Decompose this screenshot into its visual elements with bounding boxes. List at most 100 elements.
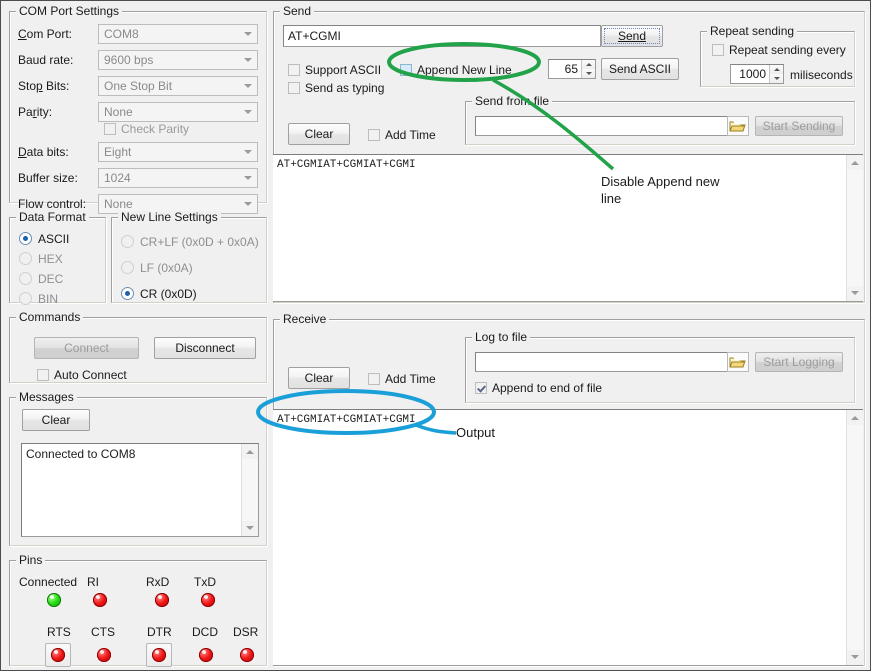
connect-button[interactable]: Connect xyxy=(34,337,139,359)
checkbox-box xyxy=(37,369,49,381)
label-buffer-size: Buffer size: xyxy=(18,171,78,185)
repeat-sending-group: Repeat sending Repeat sending every 1000… xyxy=(700,25,855,87)
append-new-line-checkbox[interactable]: Append New Line xyxy=(400,63,512,77)
append-end-of-file-label: Append to end of file xyxy=(492,381,602,395)
append-end-of-file-checkbox[interactable]: Append to end of file xyxy=(475,381,602,395)
send-log-pane[interactable]: AT+CGMIAT+CGMIAT+CGMI xyxy=(273,154,863,302)
radio-hex[interactable]: HEX xyxy=(19,252,63,266)
send-button[interactable]: Send xyxy=(601,25,663,47)
radio-dot xyxy=(19,272,32,285)
auto-connect-checkbox[interactable]: Auto Connect xyxy=(37,368,127,382)
new-line-settings-group: New Line Settings CR+LF (0x0D + 0x0A) LF… xyxy=(111,211,267,303)
pins-title: Pins xyxy=(16,554,45,567)
com-port-select[interactable]: COM8 xyxy=(98,24,258,44)
annotation-disable-append-text: Disable Append new line xyxy=(601,173,761,207)
messages-clear-label: Clear xyxy=(42,413,71,427)
com-port-value: COM8 xyxy=(104,27,139,41)
label-com-port: Com Port: xyxy=(18,27,72,41)
send-title: Send xyxy=(280,5,314,18)
send-group: Send AT+CGMI Send Support ASCII Append N… xyxy=(273,5,865,303)
radio-dot xyxy=(19,252,32,265)
checkbox-box xyxy=(368,373,380,385)
checkbox-box xyxy=(368,129,380,141)
annotation-output-text: Output xyxy=(456,424,495,441)
receive-log-pane[interactable]: AT+CGMIAT+CGMIAT+CGMI xyxy=(273,409,863,666)
baud-rate-select[interactable]: 9600 bps xyxy=(98,50,258,70)
disconnect-button[interactable]: Disconnect xyxy=(154,337,256,359)
com-port-settings-title: COM Port Settings xyxy=(16,5,122,18)
scroll-up-icon[interactable] xyxy=(847,155,863,170)
scroll-up-icon[interactable] xyxy=(847,410,863,425)
pin-label-rxd: RxD xyxy=(146,575,169,589)
data-bits-select[interactable]: Eight xyxy=(98,142,258,162)
send-as-typing-label: Send as typing xyxy=(305,81,384,95)
radio-cr[interactable]: CR (0x0D) xyxy=(121,287,197,301)
pins-group: Pins Connected RI RxD TxD RTS CTS DTR DC… xyxy=(9,554,267,666)
messages-clear-button[interactable]: Clear xyxy=(22,409,90,431)
send-command-input[interactable]: AT+CGMI xyxy=(283,25,601,47)
send-ascii-label: Send ASCII xyxy=(609,62,671,76)
checkbox-box xyxy=(104,123,116,135)
radio-bin[interactable]: BIN xyxy=(19,292,58,306)
start-sending-button[interactable]: Start Sending xyxy=(755,116,843,136)
chevron-down-icon xyxy=(244,202,252,206)
radio-ascii-label: ASCII xyxy=(38,232,69,246)
label-parity: Parity: xyxy=(18,105,52,119)
parity-value: None xyxy=(104,105,133,119)
buffer-size-select[interactable]: 1024 xyxy=(98,168,258,188)
pin-label-connected: Connected xyxy=(19,575,77,589)
support-ascii-checkbox[interactable]: Support ASCII xyxy=(288,63,381,77)
label-flow-control: Flow control: xyxy=(18,197,86,211)
send-as-typing-checkbox[interactable]: Send as typing xyxy=(288,81,384,95)
send-add-time-checkbox[interactable]: Add Time xyxy=(368,128,436,142)
messages-log-pane[interactable]: Connected to COM8 xyxy=(21,443,259,537)
stop-bits-value: One Stop Bit xyxy=(104,79,172,93)
send-ascii-button[interactable]: Send ASCII xyxy=(601,58,679,80)
messages-log-text: Connected to COM8 xyxy=(26,447,240,534)
messages-scrollbar[interactable] xyxy=(241,444,258,536)
repeat-interval-spinner[interactable]: 1000 xyxy=(730,64,784,84)
receive-log-scrollbar[interactable] xyxy=(846,410,863,665)
scroll-up-icon[interactable] xyxy=(242,444,258,459)
log-file-path-input[interactable] xyxy=(475,352,747,372)
chevron-down-icon xyxy=(244,58,252,62)
send-log-scrollbar[interactable] xyxy=(846,155,863,301)
spinner-down-icon[interactable] xyxy=(769,74,783,83)
radio-lf[interactable]: LF (0x0A) xyxy=(121,261,193,275)
chevron-down-icon xyxy=(244,176,252,180)
chevron-down-icon xyxy=(244,110,252,114)
receive-group: Receive Clear Add Time Log to file Start… xyxy=(273,313,865,666)
radio-dot xyxy=(121,287,134,300)
check-parity-checkbox[interactable]: Check Parity xyxy=(104,122,189,136)
scroll-down-icon[interactable] xyxy=(847,650,863,665)
spinner-down-icon[interactable] xyxy=(581,69,595,78)
receive-clear-button[interactable]: Clear xyxy=(288,367,350,389)
radio-ascii[interactable]: ASCII xyxy=(19,232,69,246)
scroll-down-icon[interactable] xyxy=(847,286,863,301)
pin-label-rts: RTS xyxy=(47,625,71,639)
commands-group: Commands Connect Disconnect Auto Connect xyxy=(9,311,267,383)
browse-log-file-button[interactable] xyxy=(727,352,749,372)
ascii-code-spinner[interactable]: 65 xyxy=(548,59,596,79)
receive-title: Receive xyxy=(280,313,329,326)
radio-dot xyxy=(19,292,32,305)
new-line-settings-title: New Line Settings xyxy=(118,211,221,224)
append-new-line-label: Append New Line xyxy=(417,63,512,77)
stop-bits-select[interactable]: One Stop Bit xyxy=(98,76,258,96)
send-clear-button[interactable]: Clear xyxy=(288,123,350,145)
radio-crlf-label: CR+LF (0x0D + 0x0A) xyxy=(140,235,259,249)
repeat-sending-title: Repeat sending xyxy=(707,25,797,38)
receive-add-time-checkbox[interactable]: Add Time xyxy=(368,372,436,386)
repeat-sending-checkbox[interactable]: Repeat sending every xyxy=(712,43,846,57)
send-file-path-input[interactable] xyxy=(475,116,747,136)
radio-dec[interactable]: DEC xyxy=(19,272,63,286)
parity-select[interactable]: None xyxy=(98,102,258,122)
pin-led-cts xyxy=(97,648,111,662)
start-logging-button[interactable]: Start Logging xyxy=(755,352,843,372)
repeat-interval-value: 1000 xyxy=(731,65,769,83)
radio-crlf[interactable]: CR+LF (0x0D + 0x0A) xyxy=(121,235,259,249)
scroll-down-icon[interactable] xyxy=(242,521,258,536)
check-parity-label: Check Parity xyxy=(121,122,189,136)
browse-file-button[interactable] xyxy=(727,116,749,136)
receive-add-time-label: Add Time xyxy=(385,372,436,386)
